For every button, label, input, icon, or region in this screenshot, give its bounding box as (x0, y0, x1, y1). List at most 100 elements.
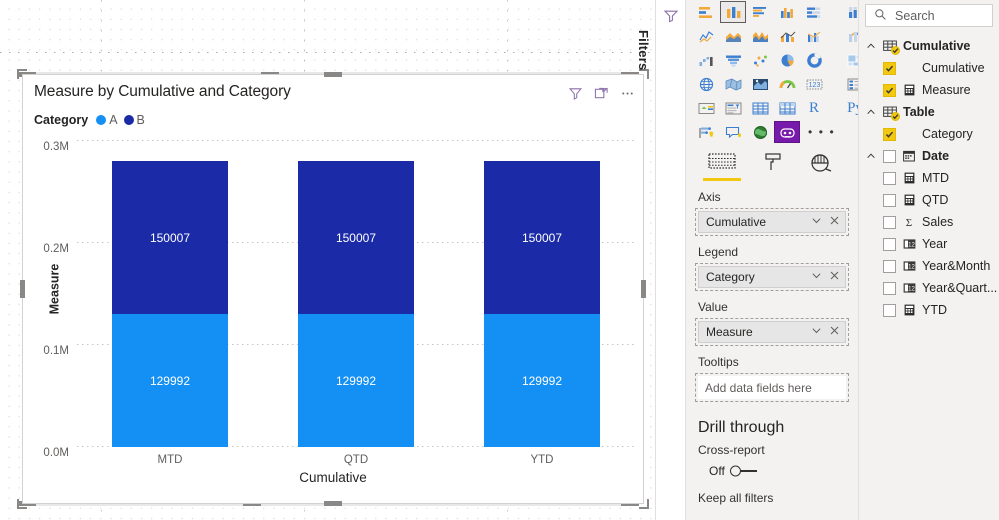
remove-field-icon[interactable] (829, 325, 840, 339)
custom-visual-icon[interactable] (774, 121, 800, 143)
stacked-bar-chart-icon[interactable] (693, 1, 719, 23)
chevron-up-icon[interactable] (865, 107, 877, 117)
donut-chart-icon[interactable] (801, 49, 827, 71)
fields-field-row[interactable]: MTD (859, 167, 999, 189)
map-icon[interactable] (693, 73, 719, 95)
bar-group[interactable]: 129992 150007 YTD (484, 161, 600, 466)
remove-field-icon[interactable] (829, 215, 840, 229)
resize-handle-left-center[interactable] (20, 280, 25, 298)
chevron-up-icon[interactable] (865, 41, 877, 51)
well-field-tooltips[interactable]: Add data fields here (698, 376, 846, 399)
more-visuals-icon[interactable]: • • • (801, 121, 841, 143)
resize-handle-bottom-right[interactable] (639, 499, 649, 509)
treemap-icon[interactable] (842, 49, 858, 71)
field-checkbox[interactable] (883, 215, 896, 229)
more-options-icon[interactable] (620, 86, 635, 101)
clustered-column-chart-icon[interactable] (774, 1, 800, 23)
format-tab[interactable] (762, 152, 784, 181)
field-checkbox[interactable] (883, 303, 896, 317)
legend-item-b[interactable]: B (123, 113, 145, 127)
field-checkbox[interactable] (883, 237, 896, 251)
remove-field-icon[interactable] (829, 270, 840, 284)
legend-item-a[interactable]: A (96, 113, 118, 127)
ribbon-chart-icon[interactable] (842, 25, 858, 47)
well-field-value[interactable]: Measure (698, 321, 846, 343)
resize-handle-top-left[interactable] (17, 69, 27, 79)
stacked-area-chart-icon[interactable] (747, 25, 773, 47)
pie-chart-icon[interactable] (774, 49, 800, 71)
100-stacked-bar-chart-icon[interactable] (801, 1, 827, 23)
clustered-bar-chart-icon[interactable] (747, 1, 773, 23)
field-checkbox[interactable] (883, 171, 896, 185)
well-dropzone-value[interactable]: Measure (695, 318, 849, 346)
bar-segment-a[interactable]: 129992 (112, 314, 228, 447)
key-influencers-icon[interactable] (693, 121, 719, 143)
filter-icon[interactable] (568, 86, 583, 101)
stacked-column-chart-icon[interactable] (720, 1, 746, 23)
gauge-icon[interactable] (774, 73, 800, 95)
funnel-chart-icon[interactable] (720, 49, 746, 71)
line-stacked-column-chart-icon[interactable] (774, 25, 800, 47)
decomposition-tree-icon[interactable] (720, 121, 746, 143)
arcgis-maps-icon[interactable] (747, 121, 773, 143)
shape-map-icon[interactable] (747, 73, 773, 95)
area-chart-icon[interactable] (720, 25, 746, 47)
field-checkbox[interactable] (883, 61, 896, 75)
resize-handle-right-center[interactable] (641, 280, 646, 298)
fields-field-row[interactable]: Σ Sales (859, 211, 999, 233)
fields-table-row[interactable]: Date (859, 145, 999, 167)
report-canvas[interactable]: Measure by Cumulative and Category Categ… (0, 0, 655, 520)
filled-map-icon[interactable] (720, 73, 746, 95)
scatter-chart-icon[interactable] (747, 49, 773, 71)
python-visual-icon[interactable]: Py (842, 97, 858, 119)
filter-icon[interactable] (663, 8, 679, 27)
fields-table-row[interactable]: Table (859, 101, 999, 123)
bar-segment-a[interactable]: 129992 (298, 314, 414, 447)
kpi-icon[interactable] (693, 97, 719, 119)
well-dropzone-tooltips[interactable]: Add data fields here (695, 373, 849, 402)
well-field-axis[interactable]: Cumulative (698, 211, 846, 233)
fields-field-row[interactable]: 12 Year&Month (859, 255, 999, 277)
toggle-knob[interactable] (729, 465, 741, 477)
field-checkbox[interactable] (883, 193, 896, 207)
waterfall-chart-icon[interactable] (693, 49, 719, 71)
fields-field-row[interactable]: Measure (859, 79, 999, 101)
100-stacked-column-chart-icon[interactable] (842, 1, 858, 23)
fields-field-row[interactable]: 12 Year&Quart... (859, 277, 999, 299)
field-checkbox[interactable] (883, 149, 896, 163)
fields-table-row[interactable]: Cumulative (859, 35, 999, 57)
fields-field-row[interactable]: QTD (859, 189, 999, 211)
field-checkbox[interactable] (883, 83, 896, 97)
fields-search-box[interactable]: Search (865, 4, 993, 27)
bar-segment-b[interactable]: 150007 (298, 161, 414, 315)
cross-report-toggle[interactable]: Off (709, 464, 851, 478)
bar-group[interactable]: 129992 150007 QTD (298, 161, 414, 466)
slicer-icon[interactable] (720, 97, 746, 119)
bar-segment-b[interactable]: 150007 (112, 161, 228, 315)
focus-mode-icon[interactable] (594, 86, 609, 101)
chevron-down-icon[interactable] (811, 215, 822, 229)
line-clustered-column-chart-icon[interactable] (801, 25, 827, 47)
chevron-up-icon[interactable] (865, 151, 877, 161)
resize-handle-bottom-center[interactable] (324, 501, 342, 506)
fields-field-row[interactable]: Category (859, 123, 999, 145)
field-checkbox[interactable] (891, 112, 900, 121)
matrix-icon[interactable] (774, 97, 800, 119)
toggle-track[interactable] (729, 465, 757, 477)
field-checkbox[interactable] (891, 46, 900, 55)
card-icon[interactable]: 123 (801, 73, 827, 95)
resize-handle-top-right[interactable] (639, 69, 649, 79)
field-checkbox[interactable] (883, 127, 896, 141)
well-field-legend[interactable]: Category (698, 266, 846, 288)
fields-tab[interactable] (703, 152, 741, 181)
resize-handle-bottom-left[interactable] (17, 499, 27, 509)
resize-handle-top-center[interactable] (324, 72, 342, 77)
filters-pane-collapsed[interactable]: Filters (635, 0, 685, 520)
field-checkbox[interactable] (883, 281, 896, 295)
r-script-visual-icon[interactable]: R (801, 97, 827, 119)
line-chart-icon[interactable] (693, 25, 719, 47)
bar-group[interactable]: 129992 150007 MTD (112, 161, 228, 466)
analytics-tab[interactable] (809, 152, 833, 181)
fields-field-row[interactable]: YTD (859, 299, 999, 321)
bar-segment-a[interactable]: 129992 (484, 314, 600, 447)
